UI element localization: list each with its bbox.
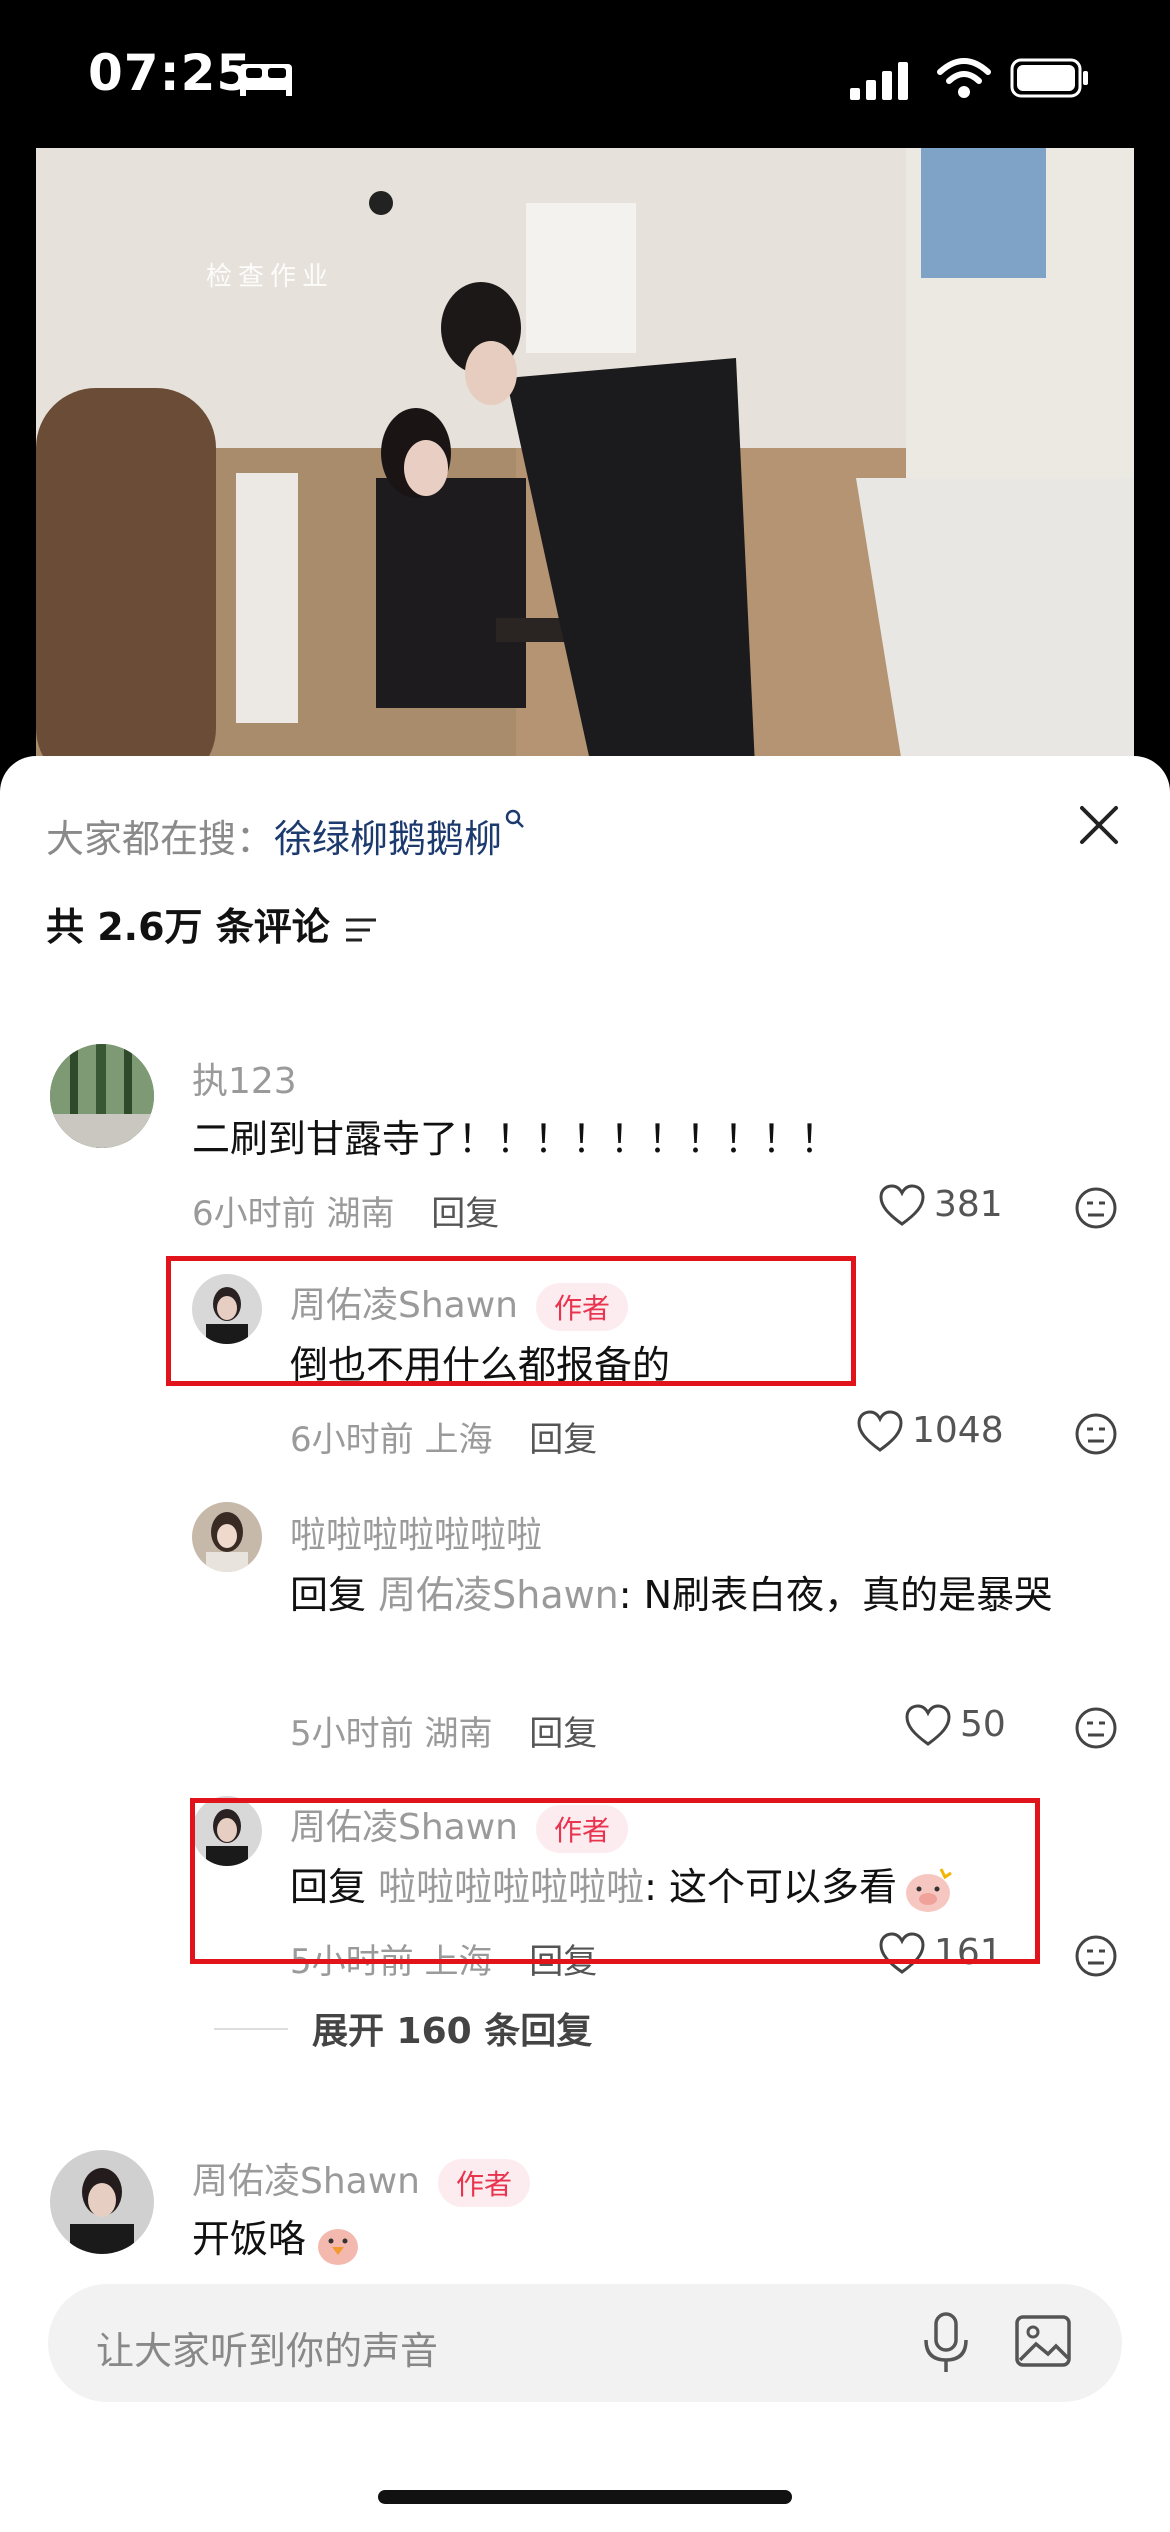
- comment-input[interactable]: 让大家听到你的声音: [48, 2284, 1122, 2402]
- like-button[interactable]: 381: [878, 1184, 1003, 1228]
- reply-button[interactable]: 回复: [529, 1420, 597, 1460]
- comment-location: 湖南: [326, 1194, 395, 1234]
- microphone-icon[interactable]: [920, 2312, 972, 2374]
- highlight-box: [166, 1256, 856, 1386]
- expand-divider: [214, 2028, 288, 2030]
- video-player[interactable]: 检查作业: [36, 148, 1134, 788]
- video-frame-illustration: [36, 148, 1134, 788]
- comment-author[interactable]: 周佑凌Shawn 作者: [192, 2152, 531, 2207]
- status-time: 07:25: [88, 44, 253, 102]
- comment-meta: 6小时前 上海 回复: [290, 1412, 597, 1461]
- heart-icon: [857, 1410, 903, 1452]
- avatar[interactable]: [50, 2150, 154, 2254]
- like-count: 1048: [912, 1410, 1004, 1451]
- emoji-reaction-icon[interactable]: [1074, 1186, 1118, 1230]
- comment-body: 开饭咯: [192, 2217, 307, 2261]
- avatar[interactable]: [50, 1044, 154, 1148]
- like-button[interactable]: 50: [904, 1704, 1006, 1748]
- comments-sheet: 大家都在搜：徐绿柳鹅鹅柳 共 2.6万 条评论 执123 二刷到甘露寺了！！！！…: [0, 756, 1170, 2532]
- search-icon: [505, 809, 524, 828]
- comment-input-placeholder: 让大家听到你的声音: [96, 2329, 439, 2373]
- mention-link[interactable]: 周佑凌Shawn: [378, 1573, 619, 1617]
- heart-icon: [905, 1704, 951, 1746]
- close-icon[interactable]: [1076, 802, 1122, 848]
- status-bar: 07:25: [0, 0, 1170, 150]
- trending-search-link[interactable]: 徐绿柳鹅鹅柳: [274, 817, 502, 861]
- comment-text: 回复 周佑凌Shawn: N刷表白夜，真的是暴哭: [290, 1562, 1100, 1628]
- emoji-reaction-icon[interactable]: [1074, 1412, 1118, 1456]
- comment-count: 共 2.6万 条评论: [46, 896, 378, 951]
- emoji-reaction-icon[interactable]: [1074, 1706, 1118, 1750]
- image-icon[interactable]: [1014, 2312, 1072, 2370]
- reply-button[interactable]: 回复: [529, 1714, 597, 1754]
- like-count: 50: [960, 1704, 1006, 1745]
- chick-emoji-icon: [318, 2228, 359, 2265]
- avatar-image: [192, 1502, 262, 1572]
- expand-replies-button[interactable]: 展开 160 条回复: [312, 2002, 592, 2054]
- comment-author[interactable]: 啦啦啦啦啦啦啦: [290, 1506, 542, 1558]
- comment-time: 6小时前: [192, 1194, 316, 1234]
- author-name[interactable]: 周佑凌Shawn: [192, 2161, 420, 2202]
- sort-icon[interactable]: [344, 915, 378, 945]
- comment-author[interactable]: 执123: [192, 1052, 297, 1104]
- comment-text: 二刷到甘露寺了！！！！！！！！！！: [192, 1117, 839, 1161]
- comment-time: 6小时前: [290, 1420, 414, 1460]
- avatar-image: [50, 1044, 154, 1148]
- reply-prefix: 回复: [290, 1573, 367, 1617]
- comment-text: 开饭咯: [192, 2206, 1092, 2272]
- reply-button[interactable]: 回复: [431, 1194, 499, 1234]
- comment-location: 上海: [424, 1420, 493, 1460]
- author-badge: 作者: [438, 2159, 531, 2207]
- battery-icon: [1010, 58, 1088, 98]
- highlight-box: [190, 1798, 1040, 1964]
- like-button[interactable]: 1048: [856, 1410, 1004, 1454]
- comment-count-text: 共 2.6万 条评论: [46, 905, 330, 949]
- avatar-image: [50, 2150, 154, 2254]
- home-indicator[interactable]: [378, 2490, 792, 2504]
- signal-icon: [850, 62, 908, 100]
- wifi-icon: [937, 58, 991, 98]
- like-count: 381: [934, 1184, 1003, 1225]
- comment-time: 5小时前: [290, 1714, 414, 1754]
- trending-search-prefix: 大家都在搜：: [46, 817, 275, 861]
- emoji-reaction-icon[interactable]: [1074, 1934, 1118, 1978]
- video-watermark: 检查作业: [206, 262, 335, 292]
- trending-search: 大家都在搜：徐绿柳鹅鹅柳: [46, 808, 526, 863]
- reply-text: : N刷表白夜，真的是暴哭: [618, 1573, 1053, 1617]
- comment-meta: 5小时前 湖南 回复: [290, 1706, 597, 1755]
- bed-icon: [240, 64, 292, 96]
- comment-meta: 6小时前 湖南 回复: [192, 1186, 499, 1235]
- avatar[interactable]: [192, 1502, 262, 1572]
- comment-location: 湖南: [424, 1714, 493, 1754]
- heart-icon: [879, 1184, 925, 1226]
